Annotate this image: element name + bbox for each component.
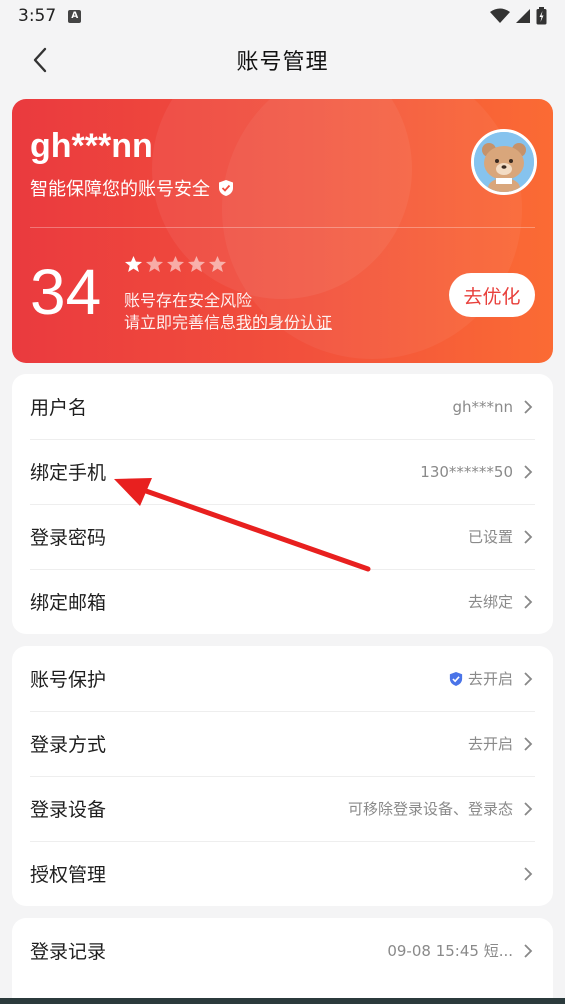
star-rating [124, 255, 227, 273]
chevron-right-icon [521, 671, 535, 687]
row-account-protection[interactable]: 账号保护 去开启 [12, 646, 553, 711]
security-settings-card: 账号保护 去开启 登录方式 去开启 登录设备 可移除登录设备、登录态 授权管理 [12, 646, 553, 906]
row-value: 可移除登录设备、登录态 [347, 800, 513, 818]
row-label: 账号保护 [30, 669, 107, 691]
risk-hint: 请立即完善信息我的身份认证 [124, 309, 332, 333]
chevron-left-icon [33, 47, 47, 73]
row-value: 09-08 15:45 短... [387, 942, 513, 960]
status-time: 3:57 [18, 6, 57, 26]
row-login-password[interactable]: 登录密码 已设置 [12, 504, 553, 569]
account-username: gh***nn [30, 127, 153, 165]
chevron-right-icon [521, 399, 535, 415]
status-icons [490, 7, 547, 25]
bear-avatar-icon [474, 132, 534, 192]
row-value: 130******50 [420, 462, 513, 481]
star-icon [208, 255, 227, 273]
row-label: 授权管理 [30, 864, 107, 886]
chevron-right-icon [521, 801, 535, 817]
security-subtitle-text: 智能保障您的账号安全 [30, 179, 210, 200]
page-title: 账号管理 [236, 50, 329, 75]
shield-check-icon [449, 671, 463, 686]
chevron-right-icon [521, 866, 535, 882]
app-header: 账号管理 [0, 36, 565, 84]
status-bar: 3:57 A [0, 0, 565, 32]
risk-hint-text: 请立即完善信息 [124, 313, 237, 332]
row-label: 绑定手机 [30, 462, 107, 484]
back-button[interactable] [24, 44, 56, 76]
chevron-right-icon [521, 594, 535, 610]
row-value: gh***nn [452, 397, 513, 416]
star-icon [166, 255, 185, 273]
row-bind-phone[interactable]: 绑定手机 130******50 [12, 439, 553, 504]
notification-icon: A [68, 9, 82, 23]
security-score: 34 [30, 256, 102, 328]
row-label: 用户名 [30, 397, 88, 419]
row-label: 登录设备 [30, 799, 107, 821]
optimize-button[interactable]: 去优化 [449, 273, 535, 317]
account-info-card: 用户名 gh***nn 绑定手机 130******50 登录密码 已设置 绑定… [12, 374, 553, 634]
risk-warning: 账号存在安全风险 [124, 291, 253, 310]
row-value: 去开启 [449, 668, 513, 689]
row-value: 去开启 [467, 735, 513, 753]
chevron-right-icon [521, 464, 535, 480]
shield-check-icon [219, 180, 233, 196]
signal-icon [516, 9, 530, 23]
navigation-bar [0, 998, 565, 1004]
security-card: gh***nn 智能保障您的账号安全 34 账号存在安全风险 请立即完善信息我的… [12, 99, 553, 363]
wifi-icon [490, 8, 510, 23]
row-label: 绑定邮箱 [30, 592, 107, 614]
row-value: 去绑定 [467, 593, 513, 611]
row-label: 登录密码 [30, 527, 107, 549]
chevron-right-icon [521, 529, 535, 545]
chevron-right-icon [521, 943, 535, 959]
row-login-devices[interactable]: 登录设备 可移除登录设备、登录态 [12, 776, 553, 841]
star-icon [124, 255, 143, 273]
row-label: 登录方式 [30, 734, 107, 756]
chevron-right-icon [521, 736, 535, 752]
avatar[interactable] [471, 129, 537, 195]
star-icon [187, 255, 206, 273]
row-value: 已设置 [467, 528, 513, 546]
row-username[interactable]: 用户名 gh***nn [12, 374, 553, 439]
row-login-method[interactable]: 登录方式 去开启 [12, 711, 553, 776]
card-divider [30, 227, 535, 228]
row-value-text: 去开启 [467, 670, 513, 688]
row-label: 登录记录 [30, 941, 107, 963]
row-authorization-management[interactable]: 授权管理 [12, 841, 553, 906]
login-records-card: 登录记录 09-08 15:45 短... [12, 918, 553, 998]
identity-verification-link[interactable]: 我的身份认证 [236, 313, 332, 332]
security-subtitle: 智能保障您的账号安全 [30, 175, 234, 201]
star-icon [145, 255, 164, 273]
battery-icon [536, 7, 547, 25]
row-login-records[interactable]: 登录记录 09-08 15:45 短... [12, 918, 553, 983]
row-bind-email[interactable]: 绑定邮箱 去绑定 [12, 569, 553, 634]
